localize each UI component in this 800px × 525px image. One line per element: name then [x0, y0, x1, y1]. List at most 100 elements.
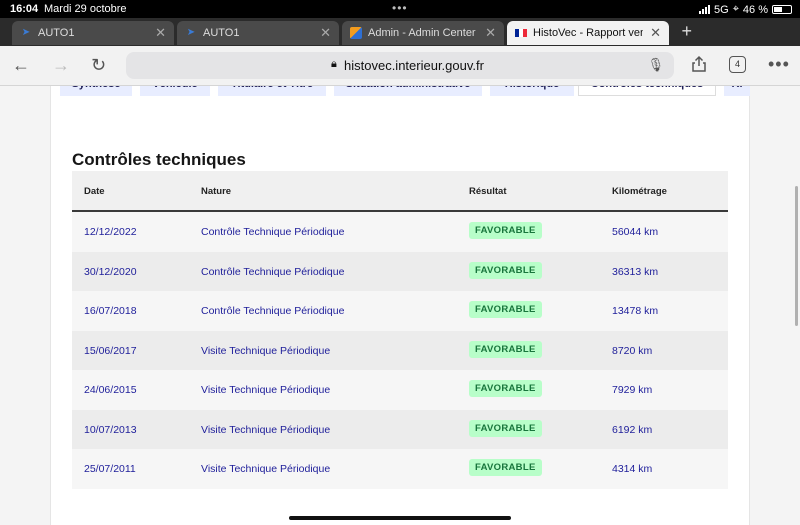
cell-result: FAVORABLE [469, 222, 542, 239]
section-title: Contrôles techniques [72, 150, 246, 169]
table-row: 15/06/2017 Visite Technique Périodique F… [72, 330, 728, 370]
header-date: Date [84, 186, 105, 197]
cell-km: 13478 km [612, 305, 659, 317]
status-badge: FAVORABLE [469, 459, 542, 476]
home-indicator[interactable] [289, 516, 511, 520]
cell-nature: Visite Technique Périodique [201, 463, 331, 475]
status-bar: 16:04 Mardi 29 octobre ••• 5G ⌖ 46 % [0, 0, 800, 18]
auto1-favicon-icon: ➤ [186, 27, 196, 38]
status-badge: FAVORABLE [469, 301, 542, 318]
table-row: 10/07/2013 Visite Technique Périodique F… [72, 409, 728, 449]
cell-km: 6192 km [612, 423, 653, 436]
admin-favicon-icon [350, 27, 362, 39]
header-result: Résultat [469, 186, 507, 197]
forward-arrow-icon[interactable]: → [52, 55, 70, 76]
battery-label: 46 % [742, 3, 768, 16]
cell-nature: Visite Technique Périodique [201, 384, 331, 396]
tab-label: Admin - Admin Center [368, 27, 476, 39]
close-icon[interactable]: ✕ [155, 25, 166, 41]
report-tabs: Synthèse Véhicule Titulaire et Titre Sit… [60, 86, 750, 96]
cell-result: FAVORABLE [469, 459, 542, 476]
status-badge: FAVORABLE [469, 340, 542, 358]
back-arrow-icon[interactable]: ← [12, 55, 30, 76]
url-field[interactable]: 🔒︎ histovec.interieur.gouv.fr 🎙︎ [126, 52, 674, 79]
tab-label: AUTO1 [38, 27, 75, 39]
cell-nature: Contrôle Technique Périodique [201, 265, 345, 278]
cell-nature: Contrôle Technique Périodique [201, 226, 345, 238]
cell-nature: Contrôle Technique Périodique [201, 305, 345, 317]
tab-titulaire[interactable]: Titulaire et Titre [218, 86, 326, 96]
vertical-scrollbar[interactable] [795, 186, 798, 326]
lock-icon: 🔒︎ [331, 58, 337, 70]
table-body: 12/12/2022 Contrôle Technique Périodique… [72, 212, 728, 489]
cell-date: 12/12/2022 [84, 226, 137, 238]
tab-situation-administrative[interactable]: Situation administrative [334, 86, 482, 96]
table-row: 25/07/2011 Visite Technique Périodique F… [72, 449, 728, 489]
microphone-icon[interactable]: 🎙︎ [647, 57, 664, 73]
table-row: 16/07/2018 Contrôle Technique Périodique… [72, 291, 728, 331]
close-icon[interactable]: ✕ [320, 25, 331, 41]
cell-result: FAVORABLE [469, 340, 542, 358]
cell-result: FAVORABLE [469, 380, 542, 397]
page-content: Synthèse Véhicule Titulaire et Titre Sit… [0, 86, 800, 525]
status-time: 16:04 [10, 3, 39, 15]
new-tab-icon[interactable]: + [681, 21, 692, 42]
network-label: 5G [714, 3, 729, 16]
cell-km: 36313 km [612, 265, 659, 278]
browser-tab-auto1-b[interactable]: ➤ AUTO1 ✕ [177, 21, 339, 45]
header-km: Kilométrage [612, 186, 667, 197]
cell-km: 56044 km [612, 226, 659, 238]
tab-label: HistoVec - Rapport vendeur [533, 27, 643, 39]
browser-tab-auto1-a[interactable]: ➤ AUTO1 ✕ [12, 21, 174, 45]
tab-controles-techniques[interactable]: Contrôles techniques [578, 86, 716, 96]
close-icon[interactable]: ✕ [650, 25, 661, 41]
table-row: 12/12/2022 Contrôle Technique Périodique… [72, 212, 728, 252]
tab-historique[interactable]: Historique [490, 86, 574, 96]
cell-date: 10/07/2013 [84, 423, 137, 436]
cell-result: FAVORABLE [469, 301, 542, 318]
cell-nature: Visite Technique Périodique [201, 423, 331, 436]
status-badge: FAVORABLE [469, 419, 542, 437]
cell-result: FAVORABLE [469, 261, 542, 279]
address-bar: ← → ↻ 🔒︎ histovec.interieur.gouv.fr 🎙︎ 4… [0, 46, 800, 86]
browser-tab-admin[interactable]: Admin - Admin Center ✕ [342, 21, 504, 45]
tab-count-button[interactable]: 4 [729, 56, 746, 73]
status-badge: FAVORABLE [469, 380, 542, 397]
url-text: histovec.interieur.gouv.fr [344, 58, 484, 73]
cell-km: 4314 km [612, 463, 653, 475]
table-row: 30/12/2020 Contrôle Technique Périodique… [72, 251, 728, 291]
status-badge: FAVORABLE [469, 261, 542, 279]
close-icon[interactable]: ✕ [485, 25, 496, 41]
browser-tab-bar: ➤ AUTO1 ✕ ➤ AUTO1 ✕ Admin - Admin Center… [0, 18, 800, 46]
controls-table: Date Nature Résultat Kilométrage 12/12/2… [72, 171, 728, 489]
share-icon[interactable] [690, 55, 708, 73]
table-header: Date Nature Résultat Kilométrage [72, 171, 728, 212]
location-icon: ⌖ [732, 3, 739, 15]
cell-date: 30/12/2020 [84, 265, 137, 278]
france-flag-favicon-icon [515, 29, 527, 37]
cell-km: 7929 km [612, 384, 653, 396]
browser-tab-histovec[interactable]: HistoVec - Rapport vendeur ✕ [507, 21, 669, 45]
tab-label: AUTO1 [203, 27, 240, 39]
cell-date: 15/06/2017 [84, 344, 137, 357]
status-date: Mardi 29 octobre [44, 3, 127, 15]
cell-km: 8720 km [612, 344, 653, 357]
cell-date: 16/07/2018 [84, 305, 137, 317]
header-nature: Nature [201, 186, 232, 197]
multitasking-dots-icon[interactable]: ••• [392, 1, 408, 15]
cell-result: FAVORABLE [469, 419, 542, 437]
tab-kilometrage[interactable]: Ki [724, 86, 750, 96]
tab-synthese[interactable]: Synthèse [60, 86, 132, 96]
signal-icon [699, 5, 711, 14]
more-options-icon[interactable]: ••• [768, 54, 790, 75]
tab-vehicule[interactable]: Véhicule [140, 86, 210, 96]
table-row: 24/06/2015 Visite Technique Périodique F… [72, 370, 728, 410]
reload-icon[interactable]: ↻ [91, 55, 106, 76]
auto1-favicon-icon: ➤ [21, 27, 31, 38]
battery-icon [772, 5, 792, 14]
cell-nature: Visite Technique Périodique [201, 344, 331, 357]
status-badge: FAVORABLE [469, 222, 542, 239]
status-right: 5G ⌖ 46 % [699, 3, 792, 16]
cell-date: 24/06/2015 [84, 384, 137, 396]
cell-date: 25/07/2011 [84, 463, 136, 475]
